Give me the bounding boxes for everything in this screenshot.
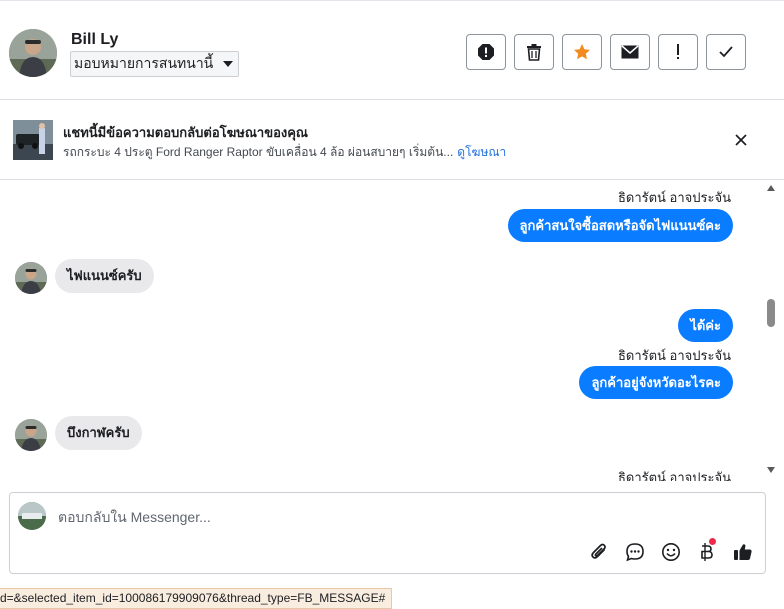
contact-avatar-small xyxy=(15,419,47,451)
mark-unread-button[interactable] xyxy=(610,34,650,70)
thread-scrollbar[interactable] xyxy=(765,181,777,479)
scroll-up-arrow-icon[interactable] xyxy=(767,185,775,191)
attachment-icon xyxy=(591,543,606,559)
ad-reply-banner: แชทนี้มีข้อความตอบกลับต่อโฆษณาของคุณ รถก… xyxy=(0,100,784,180)
emoji-icon xyxy=(662,543,680,561)
reply-input[interactable] xyxy=(58,507,658,527)
check-icon xyxy=(719,46,733,58)
delete-button[interactable] xyxy=(514,34,554,70)
outgoing-message[interactable]: ลูกค้าอยู่จังหวัดอะไรคะ xyxy=(579,366,733,399)
saved-replies-button[interactable] xyxy=(624,541,646,563)
ad-banner-title: แชทนี้มีข้อความตอบกลับต่อโฆษณาของคุณ xyxy=(63,125,308,140)
payment-button[interactable] xyxy=(696,538,718,563)
view-ad-link[interactable]: ดูโฆษณา xyxy=(457,145,506,159)
scrollbar-thumb[interactable] xyxy=(767,299,775,327)
star-button[interactable] xyxy=(562,34,602,70)
incoming-message[interactable]: บึงกาฬครับ xyxy=(55,416,142,450)
message-sender-name: ธิดารัตน์ อาจประจัน xyxy=(617,190,731,205)
contact-avatar[interactable] xyxy=(9,29,57,77)
chevron-down-icon xyxy=(223,61,233,67)
message-sender-name: ธิดารัตน์ อาจประจัน xyxy=(617,348,731,363)
trash-icon xyxy=(527,44,541,61)
scroll-down-arrow-icon[interactable] xyxy=(767,467,775,473)
follow-up-button[interactable] xyxy=(658,34,698,70)
page-avatar xyxy=(18,502,46,530)
attach-button[interactable] xyxy=(588,541,610,563)
ad-description-text: รถกระบะ 4 ประตู Ford Ranger Raptor ขับเค… xyxy=(63,145,454,159)
message-sender-name: ธิดารัตน์ อาจประจัน xyxy=(617,470,731,481)
notification-dot xyxy=(709,538,716,545)
ad-description: รถกระบะ 4 ประตู Ford Ranger Raptor ขับเค… xyxy=(63,143,506,162)
contact-name[interactable]: Bill Ly xyxy=(71,31,118,49)
mark-done-button[interactable] xyxy=(706,34,746,70)
outgoing-message[interactable]: ลูกค้าสนใจซื้อสดหรือจัดไฟแนนซ์คะ xyxy=(507,209,733,242)
incoming-message[interactable]: ไฟแนนซ์ครับ xyxy=(55,259,154,293)
saved-reply-icon xyxy=(626,543,644,562)
assign-conversation-dropdown[interactable]: มอบหมายการสนทนานี้ xyxy=(70,51,239,77)
payment-icon xyxy=(701,543,713,561)
like-button[interactable] xyxy=(732,541,754,563)
alert-octagon-icon xyxy=(478,44,494,60)
close-icon xyxy=(735,134,747,146)
assign-label: มอบหมายการสนทนานี้ xyxy=(74,55,214,71)
ad-thumbnail[interactable] xyxy=(13,120,53,160)
exclamation-icon xyxy=(677,44,679,59)
message-thread: ธิดารัตน์ อาจประจัน ลูกค้าสนใจซื้อสดหรือ… xyxy=(0,181,765,481)
browser-status-url: d=&selected_item_id=100086179909076&thre… xyxy=(0,588,393,609)
spam-button[interactable] xyxy=(466,34,506,70)
reply-composer xyxy=(9,492,766,574)
outgoing-message[interactable]: ได้ค่ะ xyxy=(678,309,733,342)
star-icon xyxy=(574,44,590,60)
conversation-header: Bill Ly มอบหมายการสนทนานี้ xyxy=(0,0,784,100)
like-icon xyxy=(734,544,752,560)
contact-avatar-small xyxy=(15,262,47,294)
envelope-icon xyxy=(621,45,639,59)
emoji-button[interactable] xyxy=(660,541,682,563)
close-banner-button[interactable] xyxy=(733,132,749,148)
